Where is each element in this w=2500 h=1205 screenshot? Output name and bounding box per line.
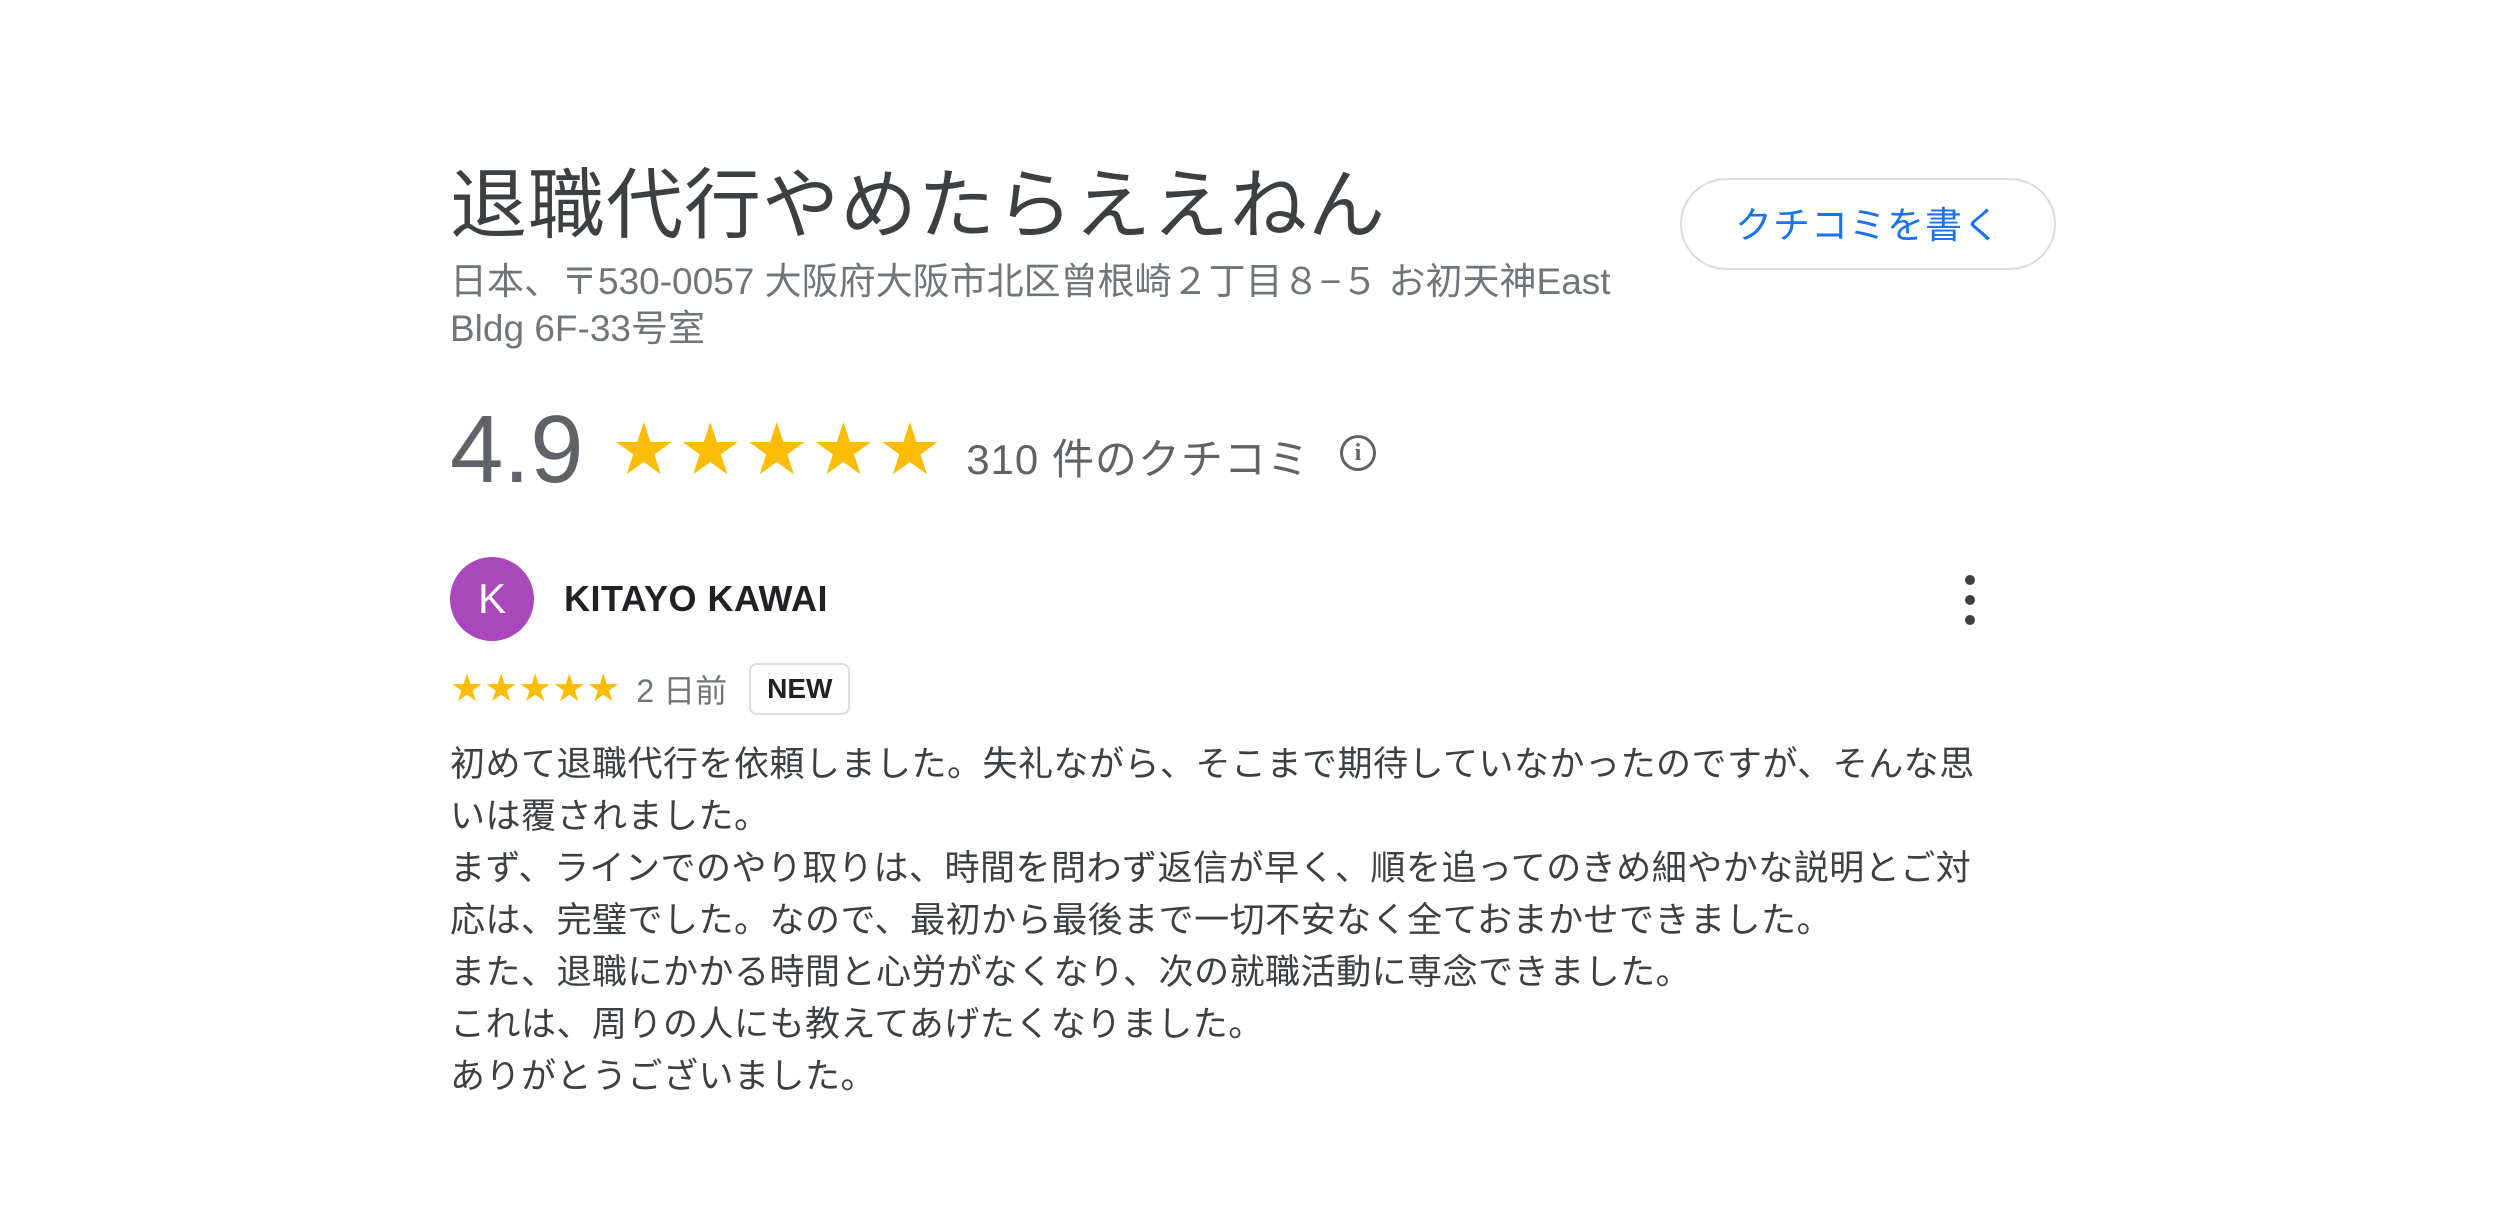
review-meta: ★ ★ ★ ★ ★ 2 日前 NEW: [450, 661, 1980, 717]
star-icon: ★: [518, 668, 553, 710]
reviews-page: 退職代行やめたらええねん 日本、〒530-0057 大阪府大阪市北区曾根崎２丁目…: [0, 0, 2500, 1205]
business-name: 退職代行やめたらええねん: [450, 163, 1386, 249]
more-dot: [1965, 615, 1975, 625]
review-paragraph: まず、ラインでのやり取りは、時間を問わず返信が早く、順を追ってのきめ細やかな説明…: [450, 849, 1972, 940]
review-count[interactable]: 310 件のクチコミ: [966, 414, 1310, 487]
new-badge: NEW: [749, 663, 851, 715]
avatar[interactable]: K: [450, 557, 534, 641]
star-icon: ★: [877, 410, 943, 490]
business-header: 退職代行やめたらええねん 日本、〒530-0057 大阪府大阪市北区曾根崎２丁目…: [450, 160, 1690, 352]
business-address: 日本、〒530-0057 大阪府大阪市北区曾根崎２丁目８−５ お初天神East …: [450, 261, 1611, 349]
star-icon: ★: [450, 668, 485, 710]
info-icon[interactable]: i: [1339, 435, 1376, 471]
review-stars: ★ ★ ★ ★ ★: [450, 669, 620, 709]
rating-stars: ★ ★ ★ ★ ★: [611, 410, 944, 490]
star-icon: ★: [678, 410, 743, 490]
review-text: 初めて退職代行を依頼しました。失礼ながら、そこまで期待していなかったのですが、そ…: [450, 739, 1980, 1103]
rating-value: 4.9: [450, 396, 584, 503]
review-card: K KITAYO KAWAI ★ ★ ★ ★ ★ 2 日前 NEW 初めて退職代行を依頼…: [450, 557, 1980, 1103]
review-paragraph: また、退職にかかる時間と心労がなくなり、次の就職活動に専念できました。: [450, 953, 1692, 992]
more-dot: [1965, 575, 1975, 585]
review-paragraph: これは、周りの人にも教えてあげたくなりました。: [450, 1005, 1264, 1044]
write-review-button[interactable]: クチコミを書く: [1680, 178, 2056, 270]
more-dot: [1965, 595, 1975, 605]
star-icon: ★: [484, 668, 519, 710]
reviewer-name[interactable]: KITAYO KAWAI: [564, 578, 828, 620]
star-icon: ★: [586, 668, 621, 710]
review-paragraph: ありがとうございました。: [450, 1057, 877, 1096]
star-icon: ★: [744, 410, 810, 490]
rating-summary: 4.9 ★ ★ ★ ★ ★ 310 件のクチコミ i: [450, 395, 1376, 505]
star-icon: ★: [552, 668, 587, 710]
review-time: 2 日前: [636, 673, 728, 709]
reviewer-row: K KITAYO KAWAI: [450, 557, 1980, 641]
more-vert-icon[interactable]: [1960, 575, 1980, 625]
review-paragraph: 初めて退職代行を依頼しました。失礼ながら、そこまで期待していなかったのですが、そ…: [450, 745, 1975, 836]
star-icon: ★: [811, 410, 876, 490]
star-icon: ★: [611, 410, 676, 490]
